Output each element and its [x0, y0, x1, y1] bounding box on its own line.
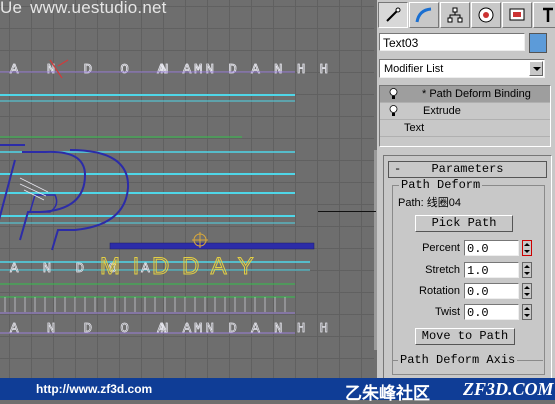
rotation-field[interactable]: 0.0: [464, 283, 519, 299]
stack-item-text[interactable]: Text: [380, 120, 550, 137]
twist-field[interactable]: 0.0: [464, 304, 519, 320]
hierarchy-icon: [447, 7, 463, 23]
scene-drawing: A N D O A M N A N D A N H H A N D O A M …: [0, 59, 331, 337]
path-deform-group: Path Deform Path: 线圈04 Pick Path Percent…: [392, 178, 545, 375]
group-title: Path Deform: [399, 178, 483, 192]
hierarchy-tab[interactable]: [440, 2, 470, 28]
rotation-row: Rotation 0.0: [393, 283, 544, 301]
stack-item-path-deform-binding[interactable]: * Path Deform Binding: [380, 86, 550, 103]
lightbulb-icon[interactable]: [389, 88, 398, 100]
modifier-stack[interactable]: * Path Deform Binding Extrude Text: [379, 85, 551, 147]
path-text: M I D D A Y: [100, 253, 257, 280]
outline-text-row-top-2: N A N D A N H H: [160, 62, 331, 78]
utilities-icon: [543, 7, 553, 22]
modify-tab[interactable]: [409, 2, 439, 28]
rotation-spinner[interactable]: [522, 283, 532, 299]
display-tab[interactable]: [502, 2, 532, 28]
collapse-icon: -: [394, 162, 402, 176]
group-title: Path Deform Axis: [398, 353, 518, 367]
stack-item-label: Text: [404, 122, 425, 134]
modifier-list-dropdown[interactable]: Modifier List: [379, 59, 545, 78]
parameters-rollout: - Parameters Path Deform Path: 线圈04 Pick…: [383, 155, 552, 380]
rotation-label: Rotation: [419, 285, 460, 297]
svg-text:N A N D A N H H: N A N D A N H H: [160, 321, 331, 337]
create-icon: [386, 7, 401, 22]
chevron-down-icon[interactable]: [529, 61, 543, 76]
viewport-divider: [318, 211, 376, 212]
modify-icon: [415, 7, 432, 23]
watermark: Ue www.uestudio.net: [0, 0, 167, 18]
viewport[interactable]: A N D O A M N A N D A N H H A N D O A M …: [0, 0, 374, 378]
stack-item-label: * Path Deform Binding: [422, 88, 531, 100]
twist-row: Twist 0.0: [393, 304, 544, 322]
footer-brand: 乙朱峰社区: [345, 384, 430, 403]
twist-label: Twist: [434, 306, 460, 318]
twist-spinner[interactable]: [522, 304, 532, 320]
percent-field[interactable]: 0.0: [464, 240, 519, 256]
command-panel: Text03 Modifier List * Path Deform Bindi…: [377, 0, 555, 380]
rollout-title: Parameters: [431, 162, 504, 176]
utilities-tab[interactable]: [533, 2, 555, 28]
command-panel-tabs: [378, 2, 555, 28]
stretch-spinner[interactable]: [522, 262, 532, 278]
create-tab[interactable]: [378, 2, 408, 28]
watermark-text: www.uestudio.net: [30, 0, 167, 17]
watermark-logo: Ue: [0, 0, 23, 17]
modifier-list-label: Modifier List: [384, 63, 444, 75]
object-name-field[interactable]: Text03: [379, 33, 525, 51]
path-label: Path: 线圈04: [398, 197, 461, 209]
move-to-path-button[interactable]: Move to Path: [415, 328, 515, 345]
stretch-label: Stretch: [425, 264, 460, 276]
percent-row: Percent 0.0: [393, 240, 544, 258]
lightbulb-icon[interactable]: [389, 105, 398, 117]
display-icon: [509, 8, 525, 21]
percent-spinner[interactable]: [522, 240, 532, 256]
stretch-field[interactable]: 1.0: [464, 262, 519, 278]
watermark-footer: http://www.zf3d.com 乙朱峰社区 ZF3D.COM: [0, 378, 555, 403]
stack-item-extrude[interactable]: Extrude: [380, 103, 550, 120]
footer-url: http://www.zf3d.com: [36, 382, 153, 396]
pick-path-button[interactable]: Pick Path: [415, 215, 513, 232]
motion-tab[interactable]: [471, 2, 501, 28]
parameters-rollout-header[interactable]: - Parameters: [388, 161, 547, 178]
stack-item-label: Extrude: [423, 105, 461, 117]
percent-label: Percent: [422, 242, 460, 254]
stretch-row: Stretch 1.0: [393, 262, 544, 280]
motion-icon: [478, 7, 494, 23]
footer-site: ZF3D.COM: [463, 379, 554, 399]
object-color-swatch[interactable]: [529, 33, 547, 53]
